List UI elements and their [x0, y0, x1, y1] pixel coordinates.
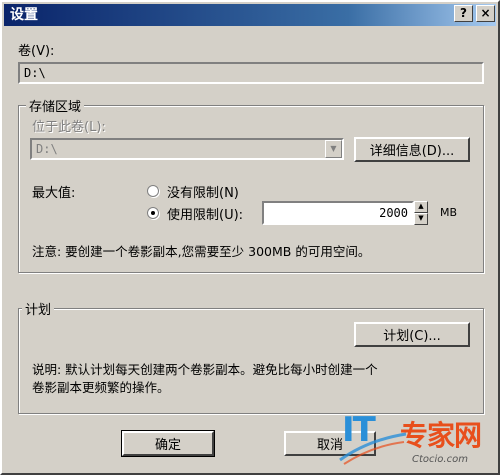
watermark-url: Ctocio.com: [412, 454, 468, 465]
watermark-it: IT: [342, 410, 376, 450]
schedule-description-line1: 说明: 默认计划每天创建两个卷影副本。避免比每小时创建一个: [32, 362, 378, 377]
spin-up-icon[interactable]: ▲: [414, 201, 428, 213]
details-button-label: 详细信息(D)...: [369, 144, 455, 159]
no-limit-radio[interactable]: [147, 185, 159, 197]
close-button[interactable]: ×: [476, 5, 495, 22]
volume-value: D:\: [24, 66, 46, 80]
use-limit-label[interactable]: 使用限制(U):: [167, 204, 243, 223]
volume-field: D:\: [18, 62, 484, 84]
schedule-description-line2: 卷影副本更频繁的操作。: [32, 380, 170, 395]
schedule-button-label: 计划(C)...: [383, 329, 441, 344]
itexpert-watermark-logo: IT 专家网 Ctocio.com: [338, 410, 498, 472]
location-dropdown[interactable]: D:\: [30, 138, 344, 160]
spin-down-icon[interactable]: ▼: [414, 213, 428, 225]
location-value: D:\: [36, 142, 58, 156]
schedule-title: 计划: [22, 299, 55, 318]
chevron-down-icon[interactable]: ▼: [325, 140, 342, 158]
help-icon: ?: [460, 6, 467, 20]
volume-label: 卷(V):: [18, 44, 55, 59]
details-button[interactable]: 详细信息(D)...: [354, 137, 470, 162]
close-icon: ×: [480, 6, 491, 20]
help-button[interactable]: ?: [454, 5, 473, 22]
location-label: 位于此卷(L):: [32, 120, 106, 135]
watermark-brand: 专家网: [400, 419, 482, 452]
ok-button-label: 确定: [154, 438, 181, 453]
limit-unit: MB: [440, 206, 458, 219]
title-bar: 设置: [4, 4, 496, 26]
no-limit-label[interactable]: 没有限制(N): [167, 182, 239, 201]
schedule-button[interactable]: 计划(C)...: [354, 322, 470, 347]
use-limit-radio[interactable]: [147, 207, 159, 219]
space-note: 注意: 要创建一个卷影副本,您需要至少 300MB 的可用空间。: [32, 244, 371, 259]
limit-value-input[interactable]: 2000: [262, 201, 414, 225]
storage-area-title: 存储区域: [26, 96, 85, 115]
window-title: 设置: [10, 7, 38, 23]
max-value-label: 最大值:: [32, 186, 76, 201]
limit-value: 2000: [379, 206, 408, 220]
ok-button[interactable]: 确定: [121, 430, 215, 457]
